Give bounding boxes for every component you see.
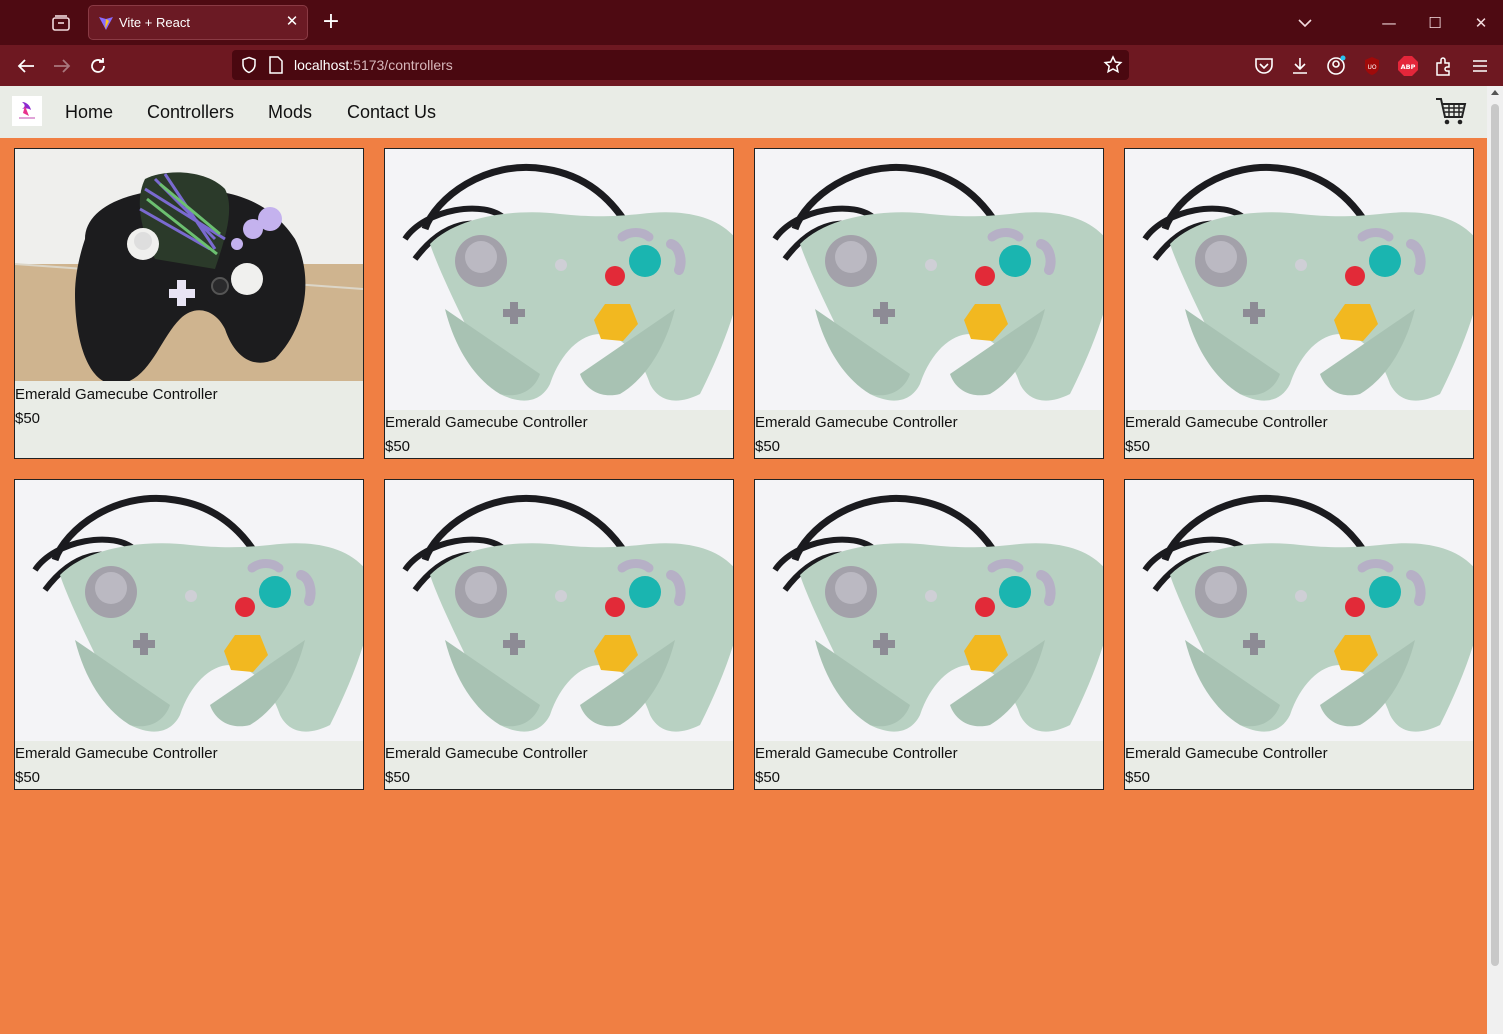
url-bar[interactable]: localhost:5173/controllers — [232, 50, 1129, 80]
url-host: localhost — [294, 57, 350, 73]
nav-link-mods[interactable]: Mods — [268, 102, 312, 123]
new-tab-icon[interactable]: + — [320, 11, 342, 34]
product-image[interactable] — [15, 149, 363, 381]
product-image[interactable] — [385, 480, 733, 741]
product-image[interactable] — [755, 480, 1103, 741]
svg-text:ABP: ABP — [1401, 63, 1416, 71]
product-name: Emerald Gamecube Controller — [15, 386, 218, 403]
shield-icon[interactable] — [240, 56, 258, 74]
product-card[interactable]: Emerald Gamecube Controller $50 — [754, 148, 1104, 459]
window-close-icon[interactable]: ✕ — [1468, 10, 1494, 36]
chevron-down-icon[interactable] — [1292, 10, 1318, 36]
browser-tab[interactable]: Vite + React ✕ — [88, 5, 308, 40]
product-name: Emerald Gamecube Controller — [385, 414, 588, 431]
vite-logo-icon — [99, 17, 113, 30]
product-price: $50 — [15, 769, 41, 786]
account-icon[interactable] — [1325, 55, 1347, 77]
product-price: $50 — [385, 438, 411, 455]
product-name: Emerald Gamecube Controller — [755, 745, 958, 762]
product-card[interactable]: Emerald Gamecube Controller $50 — [384, 479, 734, 790]
product-image[interactable] — [1125, 149, 1473, 410]
nav-link-contact-us[interactable]: Contact Us — [347, 102, 436, 123]
scrollbar-thumb[interactable] — [1491, 104, 1499, 966]
page-scrollbar[interactable] — [1487, 86, 1503, 1034]
back-arrow-icon[interactable] — [14, 54, 38, 78]
ublock-origin-icon[interactable]: UO — [1361, 55, 1383, 77]
product-image[interactable] — [385, 149, 733, 410]
pocket-icon[interactable] — [1253, 55, 1275, 77]
shopping-cart-icon[interactable] — [1434, 94, 1468, 128]
product-price: $50 — [385, 769, 411, 786]
browser-tab-bar: Vite + React ✕ + — ☐ ✕ — [0, 0, 1503, 45]
product-image[interactable] — [15, 480, 363, 741]
product-name: Emerald Gamecube Controller — [1125, 745, 1328, 762]
close-tab-icon[interactable]: ✕ — [285, 14, 299, 29]
product-name: Emerald Gamecube Controller — [755, 414, 958, 431]
product-price: $50 — [15, 410, 41, 427]
product-price: $50 — [1125, 769, 1151, 786]
menu-icon[interactable] — [1469, 55, 1491, 77]
adblock-plus-icon[interactable]: ABP — [1397, 55, 1419, 77]
product-image[interactable] — [755, 149, 1103, 410]
tab-title: Vite + React — [119, 15, 190, 30]
product-price: $50 — [755, 438, 781, 455]
product-name: Emerald Gamecube Controller — [385, 745, 588, 762]
tab-list-icon[interactable] — [50, 12, 72, 34]
svg-text:UO: UO — [1367, 64, 1376, 71]
minimize-icon[interactable]: — — [1376, 10, 1402, 36]
url-path: :5173/controllers — [349, 57, 453, 73]
product-price: $50 — [1125, 438, 1151, 455]
forward-arrow-icon[interactable] — [50, 54, 74, 78]
site-nav: Home Controllers Mods Contact Us — [0, 86, 1487, 138]
url-text: localhost:5173/controllers — [294, 57, 453, 73]
site-logo[interactable] — [12, 96, 42, 126]
product-card[interactable]: Emerald Gamecube Controller $50 — [754, 479, 1104, 790]
nav-link-home[interactable]: Home — [65, 102, 113, 123]
nav-link-controllers[interactable]: Controllers — [147, 102, 234, 123]
extensions-icon[interactable] — [1433, 55, 1455, 77]
download-icon[interactable] — [1289, 55, 1311, 77]
scroll-up-arrow-icon[interactable] — [1491, 90, 1499, 95]
product-card[interactable]: Emerald Gamecube Controller $50 — [1124, 148, 1474, 459]
product-image[interactable] — [1125, 480, 1473, 741]
product-card[interactable]: Emerald Gamecube Controller $50 — [14, 479, 364, 790]
maximize-icon[interactable]: ☐ — [1422, 10, 1448, 36]
product-card[interactable]: Emerald Gamecube Controller $50 — [14, 148, 364, 459]
product-name: Emerald Gamecube Controller — [1125, 414, 1328, 431]
product-card[interactable]: Emerald Gamecube Controller $50 — [1124, 479, 1474, 790]
reload-icon[interactable] — [86, 54, 110, 78]
product-price: $50 — [755, 769, 781, 786]
product-card[interactable]: Emerald Gamecube Controller $50 — [384, 148, 734, 459]
bookmark-star-icon[interactable] — [1103, 55, 1123, 75]
product-name: Emerald Gamecube Controller — [15, 745, 218, 762]
page-icon[interactable] — [268, 56, 284, 74]
